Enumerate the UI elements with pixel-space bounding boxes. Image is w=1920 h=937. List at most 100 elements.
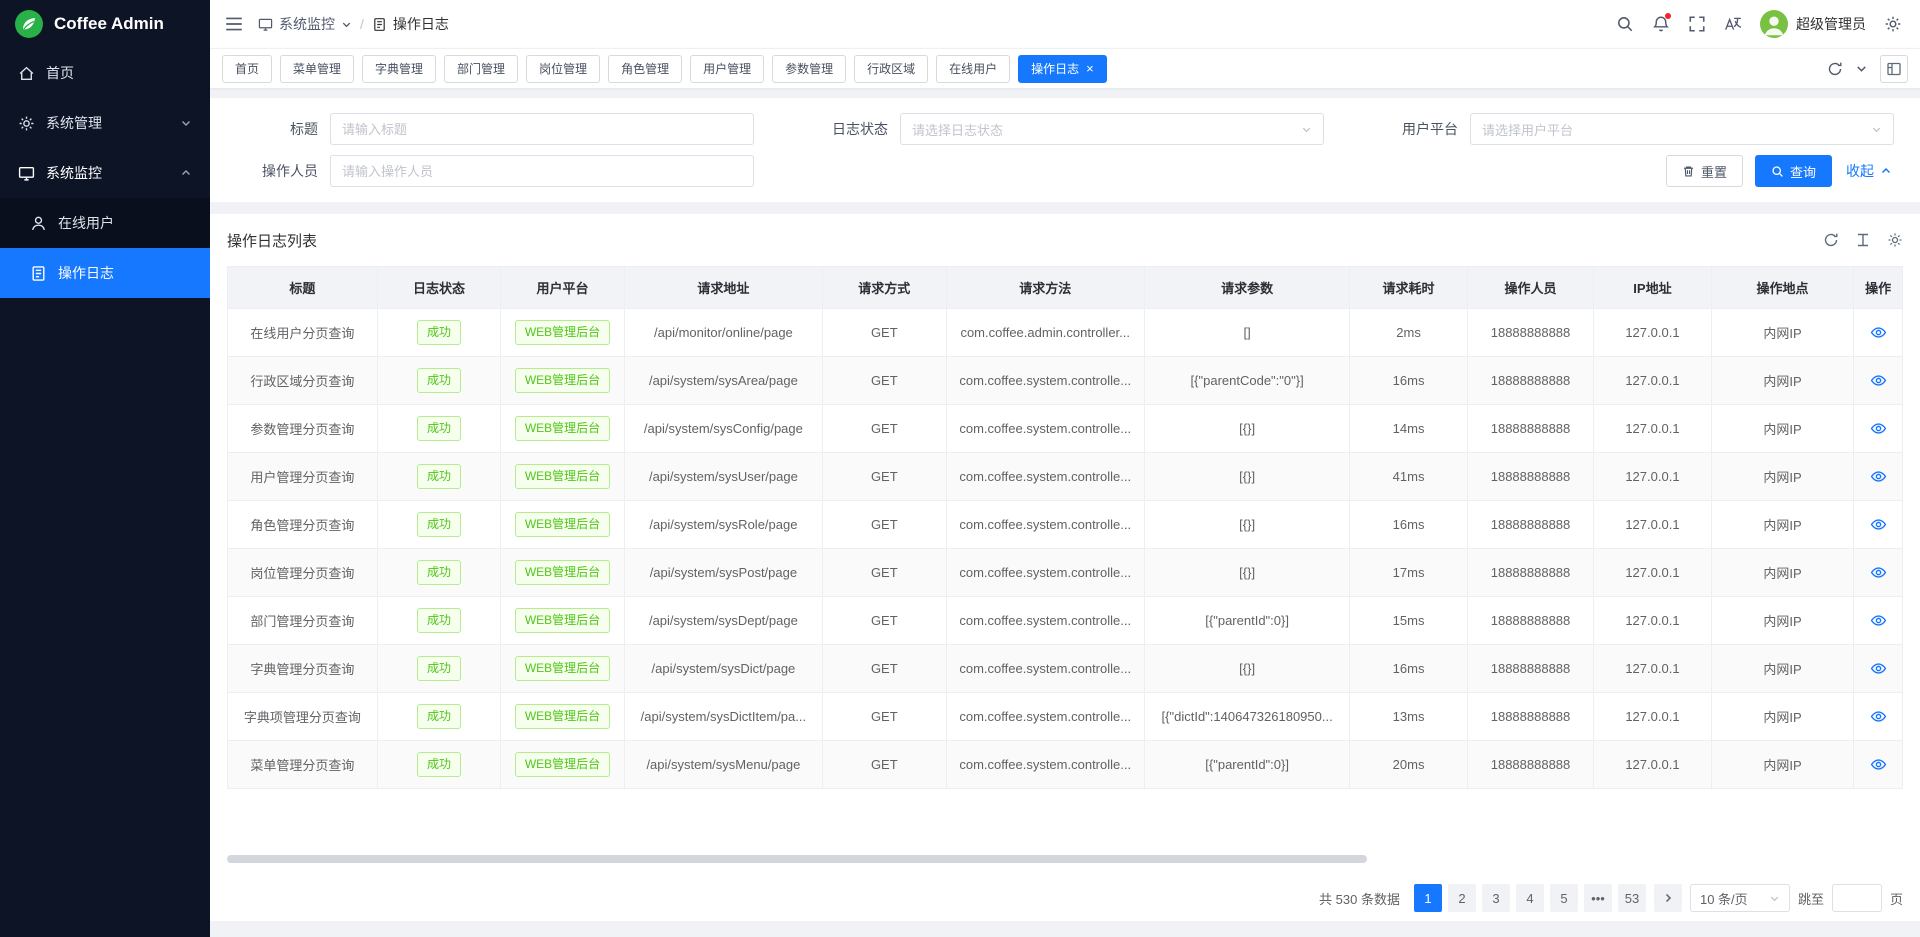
page-button[interactable]: 2 — [1448, 884, 1476, 912]
chevron-down-icon[interactable] — [1855, 62, 1868, 75]
sidebar-item-system-monitor[interactable]: 系统监控 — [0, 148, 210, 198]
row-operator: 18888888888 — [1467, 645, 1594, 693]
tab[interactable]: 操作日志 × — [1018, 55, 1107, 83]
tab-close-icon[interactable]: × — [1086, 62, 1094, 75]
platform-badge: WEB管理后台 — [515, 320, 610, 344]
refresh-icon[interactable] — [1823, 232, 1839, 248]
fullscreen-icon[interactable] — [1688, 15, 1706, 33]
operator-input[interactable] — [330, 155, 754, 187]
monitor-icon — [18, 165, 35, 182]
column-header: 操作人员 — [1467, 267, 1594, 309]
log-icon — [30, 265, 47, 282]
view-detail-eye-icon[interactable] — [1870, 372, 1887, 389]
status-badge: 成功 — [417, 368, 461, 392]
tab[interactable]: 字典管理 — [362, 55, 436, 83]
platform-badge: WEB管理后台 — [515, 464, 610, 488]
row-location: 内网IP — [1711, 549, 1854, 597]
page-ellipsis[interactable]: ••• — [1584, 884, 1612, 912]
view-detail-eye-icon[interactable] — [1870, 756, 1887, 773]
page-button[interactable]: 53 — [1618, 884, 1646, 912]
status-badge: 成功 — [417, 752, 461, 776]
user-icon — [30, 215, 47, 232]
column-settings-gear-icon[interactable] — [1887, 232, 1903, 248]
tab[interactable]: 在线用户 — [936, 55, 1010, 83]
row-location: 内网IP — [1711, 597, 1854, 645]
table-toolbar — [1823, 232, 1903, 248]
sidebar-item-operation-log[interactable]: 操作日志 — [0, 248, 210, 298]
page-button[interactable]: 4 — [1516, 884, 1544, 912]
user-menu[interactable]: 超级管理员 — [1760, 10, 1866, 38]
refresh-icon[interactable] — [1827, 61, 1843, 77]
table-row: 字典项管理分页查询 成功 WEB管理后台 /api/system/sysDict… — [228, 693, 1903, 741]
reset-button[interactable]: 重置 — [1666, 155, 1743, 187]
row-request-handler: com.coffee.system.controlle... — [946, 693, 1144, 741]
log-status-select[interactable]: 请选择日志状态 — [900, 113, 1324, 145]
notification-dot — [1665, 13, 1671, 19]
breadcrumb-system-monitor[interactable]: 系统监控 — [258, 14, 352, 34]
row-request-handler: com.coffee.system.controlle... — [946, 597, 1144, 645]
translate-icon[interactable] — [1724, 15, 1742, 33]
collapse-button[interactable]: 收起 — [1844, 155, 1894, 187]
row-request-url: /api/system/sysConfig/page — [624, 405, 822, 453]
tab[interactable]: 部门管理 — [444, 55, 518, 83]
search-button[interactable]: 查询 — [1755, 155, 1832, 187]
jump-to-input[interactable] — [1832, 884, 1882, 912]
density-icon[interactable] — [1855, 232, 1871, 248]
table-row: 角色管理分页查询 成功 WEB管理后台 /api/system/sysRole/… — [228, 501, 1903, 549]
view-detail-eye-icon[interactable] — [1870, 564, 1887, 581]
breadcrumb: 系统监控 / 操作日志 — [258, 14, 449, 34]
view-detail-eye-icon[interactable] — [1870, 324, 1887, 341]
monitor-icon — [258, 17, 273, 32]
page-button[interactable]: 1 — [1414, 884, 1442, 912]
tab[interactable]: 角色管理 — [608, 55, 682, 83]
view-detail-eye-icon[interactable] — [1870, 612, 1887, 629]
breadcrumb-operation-log: 操作日志 — [372, 14, 449, 34]
sidebar-item-home[interactable]: 首页 — [0, 48, 210, 98]
row-request-duration: 16ms — [1350, 645, 1467, 693]
filter-platform-label: 用户平台 — [1350, 119, 1470, 139]
sidebar-item-online-users[interactable]: 在线用户 — [0, 198, 210, 248]
tab[interactable]: 参数管理 — [772, 55, 846, 83]
tab-label: 用户管理 — [703, 60, 751, 77]
view-detail-eye-icon[interactable] — [1870, 468, 1887, 485]
page-button[interactable]: 3 — [1482, 884, 1510, 912]
page-button[interactable]: 5 — [1550, 884, 1578, 912]
table-row: 菜单管理分页查询 成功 WEB管理后台 /api/system/sysMenu/… — [228, 741, 1903, 789]
settings-gear-icon[interactable] — [1884, 15, 1902, 33]
select-placeholder: 请选择日志状态 — [912, 120, 1295, 139]
tab[interactable]: 行政区域 — [854, 55, 928, 83]
row-request-method: GET — [823, 741, 946, 789]
next-page-button[interactable] — [1654, 884, 1682, 912]
row-operator: 18888888888 — [1467, 405, 1594, 453]
view-detail-eye-icon[interactable] — [1870, 420, 1887, 437]
row-request-duration: 20ms — [1350, 741, 1467, 789]
tab[interactable]: 用户管理 — [690, 55, 764, 83]
row-title: 角色管理分页查询 — [250, 518, 354, 533]
notification-bell-icon[interactable] — [1652, 15, 1670, 33]
row-request-duration: 2ms — [1350, 309, 1467, 357]
row-operator: 18888888888 — [1467, 309, 1594, 357]
view-detail-eye-icon[interactable] — [1870, 516, 1887, 533]
sidebar-item-system-management[interactable]: 系统管理 — [0, 98, 210, 148]
row-request-url: /api/system/sysDict/page — [624, 645, 822, 693]
page-size-select[interactable]: 10 条/页 — [1690, 884, 1790, 912]
view-detail-eye-icon[interactable] — [1870, 660, 1887, 677]
sidebar-collapse-icon[interactable] — [224, 14, 244, 34]
title-input[interactable] — [330, 113, 754, 145]
sidebar: Coffee Admin 首页 系统管理 系统监控 在线用户 — [0, 0, 210, 937]
tab-label: 菜单管理 — [293, 60, 341, 77]
tab[interactable]: 岗位管理 — [526, 55, 600, 83]
tab[interactable]: 菜单管理 — [280, 55, 354, 83]
tab[interactable]: 首页 — [222, 55, 272, 83]
row-request-method: GET — [823, 501, 946, 549]
row-request-duration: 16ms — [1350, 357, 1467, 405]
view-detail-eye-icon[interactable] — [1870, 708, 1887, 725]
table-row: 字典管理分页查询 成功 WEB管理后台 /api/system/sysDict/… — [228, 645, 1903, 693]
horizontal-scrollbar-thumb[interactable] — [227, 855, 1367, 863]
table-row: 行政区域分页查询 成功 WEB管理后台 /api/system/sysArea/… — [228, 357, 1903, 405]
user-avatar — [1760, 10, 1788, 38]
user-platform-select[interactable]: 请选择用户平台 — [1470, 113, 1894, 145]
search-icon[interactable] — [1616, 15, 1634, 33]
layout-panel-icon[interactable] — [1880, 55, 1908, 83]
row-request-method: GET — [823, 693, 946, 741]
